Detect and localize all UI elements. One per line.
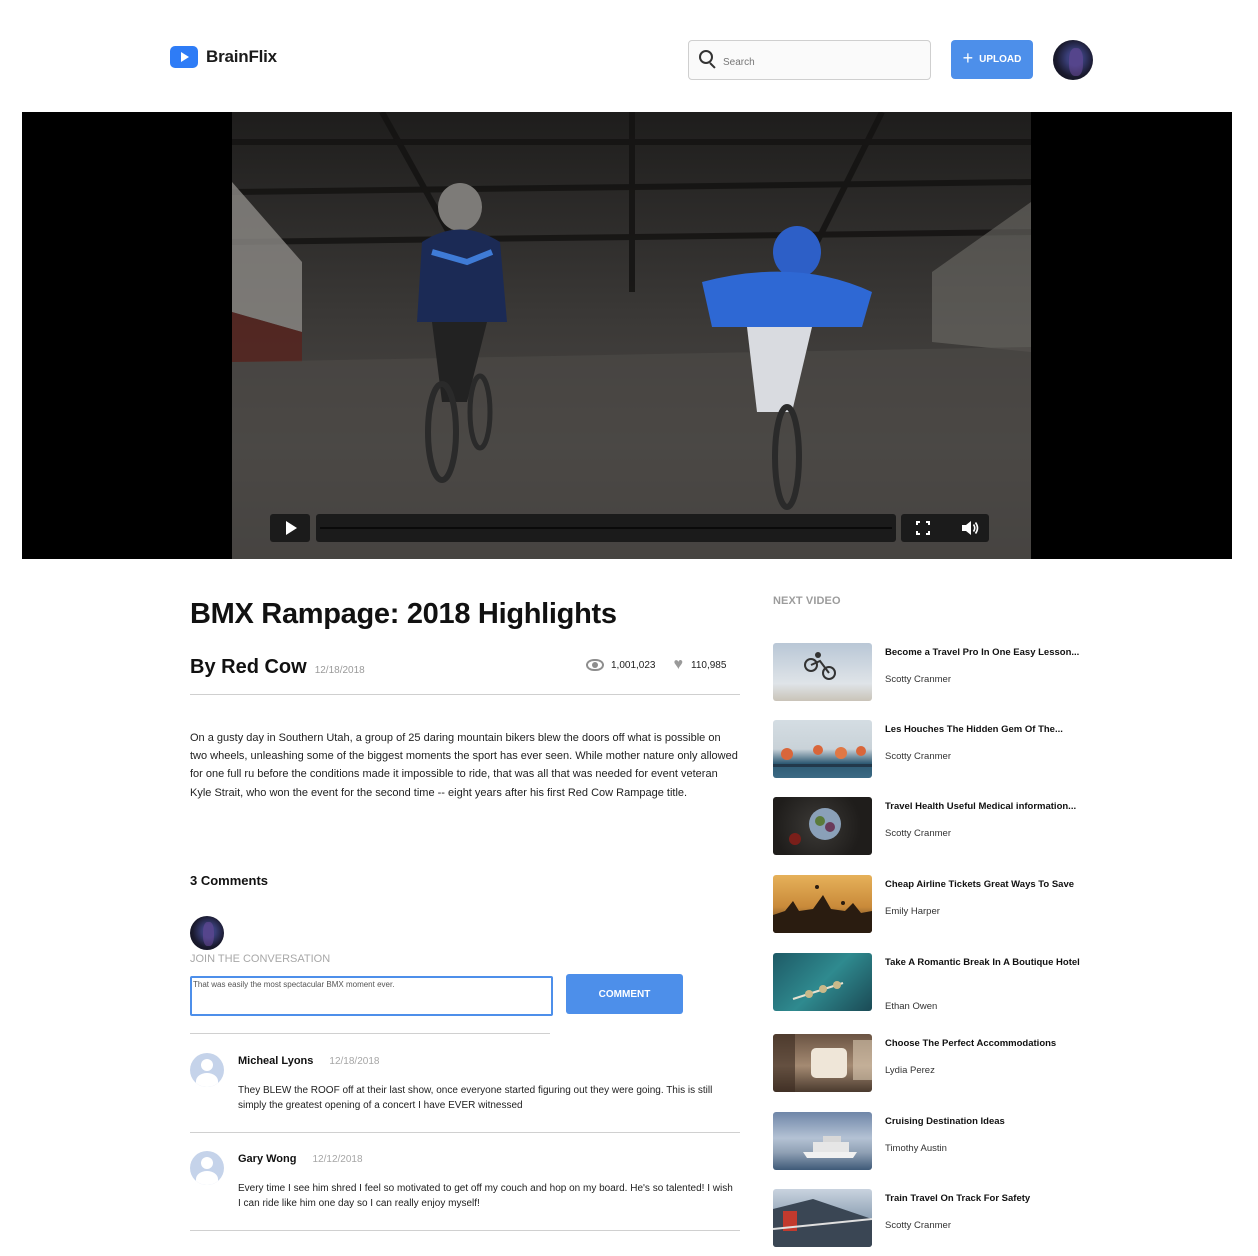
video-thumbnail[interactable] xyxy=(773,1034,872,1092)
heart-icon[interactable]: ♥ xyxy=(674,657,684,673)
divider xyxy=(190,1230,740,1231)
plus-icon: + xyxy=(962,48,974,68)
next-video-author: Scotty Cranmer xyxy=(885,1220,951,1231)
avatar-placeholder-icon xyxy=(190,1053,224,1087)
next-video-author: Scotty Cranmer xyxy=(885,751,951,762)
comment-button[interactable]: COMMENT xyxy=(566,974,683,1014)
fullscreen-icon[interactable] xyxy=(916,521,930,535)
video-poster[interactable] xyxy=(232,112,1031,559)
current-user-avatar xyxy=(190,916,224,950)
video-thumbnail[interactable] xyxy=(773,953,872,1011)
next-video-title[interactable]: Les Houches The Hidden Gem Of The... xyxy=(885,722,1085,738)
video-thumbnail[interactable] xyxy=(773,1189,872,1247)
divider xyxy=(190,1033,550,1034)
views-icon xyxy=(586,659,604,671)
next-video-author: Lydia Perez xyxy=(885,1065,935,1076)
bmx-scene-illustration xyxy=(232,112,1031,559)
user-avatar[interactable] xyxy=(1053,40,1093,80)
video-thumbnail[interactable] xyxy=(773,643,872,701)
next-video-title[interactable]: Take A Romantic Break In A Boutique Hote… xyxy=(885,955,1085,971)
next-video-title[interactable]: Cruising Destination Ideas xyxy=(885,1114,1085,1130)
play-button[interactable] xyxy=(270,514,310,542)
avatar-placeholder-icon xyxy=(190,1151,224,1185)
likes-count: 110,985 xyxy=(691,659,727,671)
comment-date: 12/12/2018 xyxy=(312,1154,363,1165)
divider xyxy=(190,1132,740,1133)
next-video-author: Ethan Owen xyxy=(885,1001,938,1012)
comments-count: 3 Comments xyxy=(190,873,269,888)
next-video-heading: NEXT VIDEO xyxy=(773,595,841,607)
comment-text: Every time I see him shred I feel so mot… xyxy=(238,1183,733,1209)
next-video-title[interactable]: Train Travel On Track For Safety xyxy=(885,1191,1085,1207)
app-name: BrainFlix xyxy=(206,47,277,66)
comment-date: 12/18/2018 xyxy=(329,1056,380,1067)
search-icon xyxy=(689,40,723,80)
comment-text: They BLEW the ROOF off at their last sho… xyxy=(238,1085,713,1111)
next-video-author: Scotty Cranmer xyxy=(885,674,951,685)
progress-scrubber[interactable] xyxy=(316,514,896,542)
upload-label: UPLOAD xyxy=(979,54,1022,65)
comment-author: Micheal Lyons xyxy=(238,1055,314,1067)
video-thumbnail[interactable] xyxy=(773,720,872,778)
brainflix-logo[interactable]: BrainFlix xyxy=(170,46,277,68)
byline: By Red Cow 12/18/2018 xyxy=(190,656,365,679)
video-author[interactable]: By Red Cow xyxy=(190,656,307,679)
comment-input[interactable] xyxy=(190,976,553,1016)
volume-icon[interactable] xyxy=(961,520,979,536)
video-title: BMX Rampage: 2018 Highlights xyxy=(190,598,617,630)
search-box[interactable] xyxy=(688,40,931,80)
next-video-author: Emily Harper xyxy=(885,906,940,917)
video-stats: 1,001,023 ♥ 110,985 xyxy=(586,657,726,673)
search-input[interactable] xyxy=(723,56,913,68)
next-video-title[interactable]: Become a Travel Pro In One Easy Lesson..… xyxy=(885,645,1085,661)
video-thumbnail[interactable] xyxy=(773,797,872,855)
video-description: On a gusty day in Southern Utah, a group… xyxy=(190,732,738,799)
play-logo-icon xyxy=(170,46,198,68)
comment-author: Gary Wong xyxy=(238,1153,297,1165)
next-video-author: Timothy Austin xyxy=(885,1143,947,1154)
views-count: 1,001,023 xyxy=(611,659,656,671)
video-date: 12/18/2018 xyxy=(314,665,365,676)
next-video-title[interactable]: Cheap Airline Tickets Great Ways To Save xyxy=(885,877,1085,893)
next-video-title[interactable]: Choose The Perfect Accommodations xyxy=(885,1036,1085,1052)
next-video-title[interactable]: Travel Health Useful Medical information… xyxy=(885,799,1085,815)
video-thumbnail[interactable] xyxy=(773,1112,872,1170)
upload-button[interactable]: + UPLOAD xyxy=(951,40,1033,79)
next-video-author: Scotty Cranmer xyxy=(885,828,951,839)
video-thumbnail[interactable] xyxy=(773,875,872,933)
join-conversation-label: JOIN THE CONVERSATION xyxy=(190,953,331,965)
divider xyxy=(190,694,740,695)
